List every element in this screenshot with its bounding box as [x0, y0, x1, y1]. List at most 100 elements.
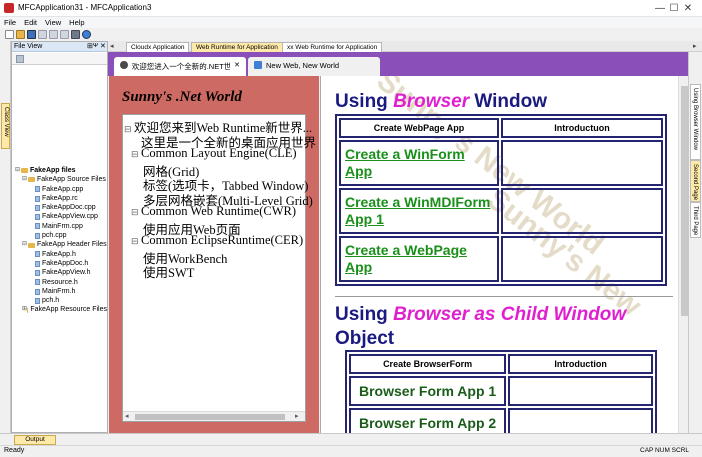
table-header: Introduction [508, 354, 653, 374]
tree-folder[interactable]: ⊞ FakeApp Resource Files [15, 305, 107, 314]
tree-label: FakeApp.rc [42, 194, 78, 202]
nav-tree-item[interactable]: ⊟ Common EclipseRuntime(CER) [131, 233, 303, 248]
tree-label: FakeApp Resource Files [30, 306, 107, 314]
menu-edit[interactable]: Edit [24, 18, 37, 27]
status-bar: Ready CAP NUM SCRL [0, 445, 702, 457]
file-icon [35, 214, 40, 221]
document-tab-row: ◂ Cloudx Application Web Runtime for App… [108, 41, 702, 52]
save-icon[interactable] [27, 30, 36, 39]
file-view-panel: File View ⊞ ᴪ ✕ ⊟ FakeApp files ⊟ FakeApp S… [11, 41, 108, 433]
browser-form-app-1[interactable]: Browser Form App 1 [349, 376, 507, 406]
browser-tab-welcome[interactable]: 欢迎您进入一个全新的.NET世界，割 ✕ [114, 57, 246, 76]
menu-file[interactable]: File [4, 18, 16, 27]
table-cell [501, 188, 663, 234]
class-view-tab[interactable]: Class View [1, 103, 10, 149]
file-icon [35, 186, 40, 193]
tree-file[interactable]: FakeApp.h [15, 250, 107, 259]
right-tab-using-browser-window[interactable]: Using Browser Window [690, 84, 701, 160]
nav-tree-label: Common Web Runtime(CWR) [141, 204, 297, 218]
table-header: Create WebPage App [339, 118, 499, 138]
tab-web-runtime[interactable]: Web Runtime for Application [191, 42, 283, 52]
tree-file[interactable]: pch.cpp [15, 231, 107, 240]
file-icon [35, 204, 40, 211]
browser-tab-band: 欢迎您进入一个全新的.NET世界，割 ✕ New Web, New World [108, 52, 688, 76]
table-cell [508, 376, 653, 406]
nav-tree-hscrollbar[interactable]: ◂ ▸ [123, 411, 305, 421]
menu-view[interactable]: View [45, 18, 61, 27]
tree-file[interactable]: FakeAppDoc.h [15, 259, 107, 268]
tree-folder[interactable]: ⊟ FakeApp Source Files [15, 175, 107, 184]
right-tab-second-page[interactable]: Second Page [690, 160, 701, 202]
file-view-close-icon[interactable]: ✕ [100, 42, 106, 50]
menu-help[interactable]: Help [69, 18, 84, 27]
create-webpage-link[interactable]: Create a WebPage App [339, 236, 499, 282]
expand-toggle-icon[interactable]: ⊟ [131, 207, 139, 218]
new-file-icon[interactable] [5, 30, 14, 39]
expand-toggle-icon[interactable]: ⊟ [131, 149, 139, 160]
scroll-right-icon[interactable]: ▸ [295, 412, 299, 420]
tab-scroll-left-icon[interactable]: ◂ [110, 42, 114, 50]
tree-file[interactable]: pch.h [15, 296, 107, 305]
tab-cloudx-application[interactable]: Cloudx Application [126, 42, 190, 52]
tree-label: FakeApp files [30, 167, 76, 174]
nav-tree-item[interactable]: ⊟ Common Web Runtime(CWR) [131, 204, 296, 219]
tree-label: Resource.h [42, 278, 78, 286]
scroll-thumb[interactable] [135, 414, 285, 420]
heading-browser-window: Using Browser Window [335, 91, 548, 112]
tree-file[interactable]: MainFrm.cpp [15, 222, 107, 231]
expand-toggle-icon[interactable]: ⊟ [131, 236, 139, 247]
tree-folder[interactable]: ⊟ FakeApp files [15, 166, 107, 175]
window-title: MFCApplication31 - MFCApplication3 [18, 3, 152, 12]
tree-file[interactable]: FakeAppView.cpp [15, 212, 107, 221]
tab-xx-web-runtime[interactable]: xx Web Runtime for Application [282, 42, 383, 52]
app-icon [4, 3, 14, 13]
nav-panel-title: Sunny's .Net World [122, 89, 242, 105]
tree-label: MainFrm.cpp [42, 222, 83, 230]
tree-file[interactable]: FakeAppView.h [15, 268, 107, 277]
open-folder-icon[interactable] [16, 30, 25, 39]
cut-icon[interactable] [38, 30, 47, 39]
autohide-icon[interactable]: ᴪ [93, 42, 98, 49]
file-icon [35, 232, 40, 239]
status-text: Ready [4, 447, 25, 454]
help-icon[interactable] [82, 30, 91, 39]
table-cell [501, 140, 663, 186]
globe-icon [120, 61, 128, 69]
heading-browser-child-window: Using Browser as Child Window [335, 304, 627, 325]
tree-label: FakeAppDoc.cpp [42, 204, 96, 212]
toolbar [0, 28, 702, 41]
copy-icon[interactable] [49, 30, 58, 39]
nav-tree-item[interactable]: 使用SWT [143, 262, 194, 281]
tree-file[interactable]: FakeApp.cpp [15, 185, 107, 194]
tree-file[interactable]: FakeAppDoc.cpp [15, 203, 107, 212]
create-winmdiform-link[interactable]: Create a WinMDIForm App 1 [339, 188, 499, 234]
tab-close-icon[interactable]: ✕ [234, 61, 240, 69]
tree-label: FakeAppView.cpp [42, 213, 98, 221]
file-view-header: File View ⊞ ᴪ ✕ [12, 42, 107, 52]
scroll-left-icon[interactable]: ◂ [125, 412, 129, 420]
pin-icon[interactable]: ⊞ [87, 42, 93, 50]
browser-form-app-2[interactable]: Browser Form App 2 [349, 408, 507, 433]
tree-folder[interactable]: ⊟ FakeApp Header Files [15, 240, 107, 249]
tree-file[interactable]: MainFrm.h [15, 287, 107, 296]
scroll-thumb[interactable] [681, 86, 688, 316]
file-icon [35, 269, 40, 276]
output-tab[interactable]: Output [14, 435, 56, 445]
tree-file[interactable]: FakeApp.rc [15, 194, 107, 203]
paste-icon[interactable] [60, 30, 69, 39]
webpage-app-table: Create WebPage App Introductuon Create a… [335, 114, 667, 286]
close-button[interactable]: ✕ [674, 0, 702, 17]
print-icon[interactable] [71, 30, 80, 39]
nav-tree-item[interactable]: ⊟ Common Layout Engine(CLE) [131, 146, 297, 161]
tree-file[interactable]: Resource.h [15, 278, 107, 287]
tab-scroll-right-icon[interactable]: ▸ [693, 42, 697, 50]
windows-logo-icon [254, 61, 262, 69]
tree-label: pch.cpp [42, 232, 67, 240]
properties-icon[interactable] [16, 55, 24, 63]
browser-tab-new-web[interactable]: New Web, New World [248, 57, 380, 76]
create-winform-link[interactable]: Create a WinForm App [339, 140, 499, 186]
right-tab-third-page[interactable]: Third Page [690, 202, 701, 238]
left-tab-strip: Class View [0, 41, 11, 433]
browser-vscrollbar[interactable] [678, 76, 688, 433]
table-header: Introductuon [501, 118, 663, 138]
